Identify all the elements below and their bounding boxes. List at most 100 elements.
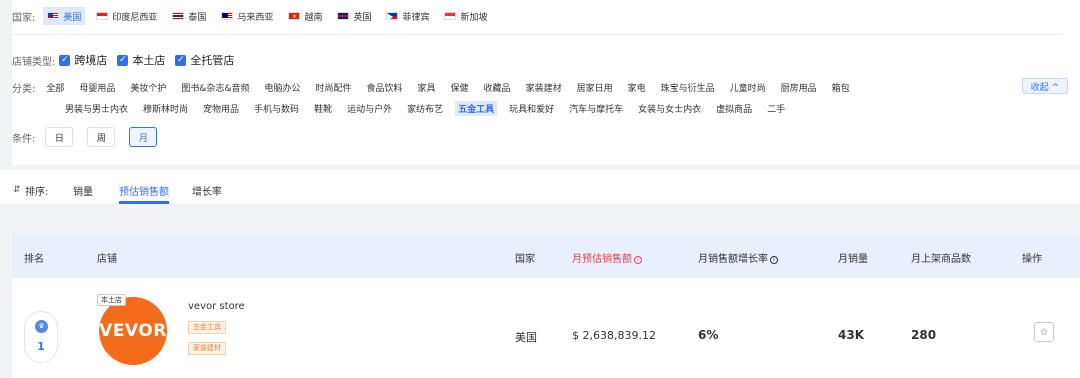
- category-item-active[interactable]: 五金工具: [455, 100, 498, 116]
- store-ranking-table: 排名 店铺 国家 月预估销售额 i 月销售额增长率 i 月销量 月上架商品数 操作 …: [12, 233, 1080, 378]
- category-item[interactable]: 居家日用: [574, 80, 616, 95]
- country-option-label: 泰国: [188, 12, 207, 23]
- category-item[interactable]: 电脑办公: [261, 80, 303, 95]
- sort-tab-sales-amount[interactable]: 预估销售额: [119, 183, 169, 198]
- store-name[interactable]: vevor store: [188, 301, 245, 312]
- category-item[interactable]: 穆斯林时尚: [140, 101, 191, 116]
- row-listed-products: 280: [911, 328, 937, 342]
- row-country: 美国: [515, 331, 537, 344]
- store-category-tag: 家装建材: [188, 342, 226, 355]
- indonesia-flag-icon: [96, 12, 109, 20]
- vevor-logo-icon: VEVOR: [99, 297, 167, 365]
- country-option-label: 菲律宾: [402, 12, 430, 23]
- category-item[interactable]: 玩具和爱好: [506, 101, 557, 116]
- checkbox-checked-icon: ✓: [175, 54, 187, 66]
- country-filter-row: 国家: 美国 印度尼西亚 泰国 马来西亚 ★ 越南 英国 菲律宾 新加坡: [12, 7, 499, 25]
- category-label: 分类:: [12, 83, 36, 95]
- country-option-indonesia[interactable]: 印度尼西亚: [92, 7, 161, 25]
- singapore-flag-icon: [444, 12, 457, 20]
- condition-day-button[interactable]: 日: [45, 127, 74, 147]
- category-item[interactable]: 家电: [625, 80, 649, 95]
- category-item[interactable]: 儿童时尚: [727, 80, 769, 95]
- condition-month-button[interactable]: 月: [129, 127, 158, 147]
- filter-divider: [12, 34, 1062, 35]
- country-option-vietnam[interactable]: ★ 越南: [284, 7, 326, 25]
- store-type-managed-checkbox[interactable]: ✓ 全托管店: [175, 52, 234, 68]
- category-item[interactable]: 虚拟商品: [713, 101, 755, 116]
- header-label: 月预估销售额: [572, 254, 632, 265]
- condition-label: 条件:: [12, 133, 36, 145]
- sort-tab-growth[interactable]: 增长率: [192, 183, 222, 198]
- vietnam-flag-icon: ★: [288, 12, 301, 20]
- sort-tab-sales[interactable]: 销量: [73, 183, 93, 198]
- header-listed-products: 月上架商品数: [911, 254, 971, 265]
- category-item[interactable]: 图书&杂志&音频: [178, 80, 252, 95]
- sort-label: 排序:: [25, 187, 49, 198]
- category-item[interactable]: 男装与男士内衣: [62, 101, 131, 116]
- checkbox-checked-icon: ✓: [59, 54, 71, 66]
- row-sales-amount: $ 2,638,839.12: [572, 329, 656, 342]
- category-item[interactable]: 美妆个护: [127, 80, 169, 95]
- category-item[interactable]: 宠物用品: [200, 101, 242, 116]
- category-item[interactable]: 鞋靴: [311, 101, 335, 116]
- country-filter-label: 国家:: [12, 12, 36, 24]
- country-option-label: 越南: [304, 12, 323, 23]
- rank-badge: ♛ 1: [24, 311, 58, 363]
- category-item[interactable]: 时尚配件: [312, 80, 354, 95]
- category-item[interactable]: 家具: [415, 80, 439, 95]
- category-item[interactable]: 食品饮料: [364, 80, 406, 95]
- country-option-label: 马来西亚: [237, 12, 274, 23]
- us-flag-icon: [47, 12, 60, 20]
- category-item[interactable]: 收藏品: [481, 80, 514, 95]
- philippines-flag-icon: [386, 12, 399, 21]
- crown-medal-icon: ♛: [35, 320, 48, 333]
- country-option-uk[interactable]: 英国: [333, 7, 375, 25]
- header-store: 店铺: [97, 254, 117, 265]
- country-option-singapore[interactable]: 新加坡: [440, 7, 491, 25]
- category-item[interactable]: 手机与数码: [251, 101, 302, 116]
- country-option-thailand[interactable]: 泰国: [168, 7, 210, 25]
- row-monthly-sales: 43K: [838, 328, 864, 342]
- country-option-label: 新加坡: [460, 12, 488, 23]
- checkbox-label: 跨境店: [74, 54, 108, 67]
- store-type-label: 店铺类型:: [12, 56, 56, 68]
- favorite-star-button[interactable]: ☆: [1034, 322, 1054, 342]
- row-growth-rate: 6%: [698, 328, 719, 342]
- category-item[interactable]: 厨房用品: [778, 80, 820, 95]
- country-option-philippines[interactable]: 菲律宾: [382, 7, 433, 25]
- checkbox-label: 本土店: [132, 54, 166, 67]
- header-monthly-sales-amount[interactable]: 月预估销售额 i: [572, 250, 642, 265]
- thailand-flag-icon: [172, 12, 185, 20]
- country-option-label: 印度尼西亚: [112, 12, 158, 23]
- sort-icon: ⇵: [13, 185, 21, 195]
- collapse-categories-button[interactable]: 收起 ^: [1022, 78, 1068, 94]
- header-country: 国家: [515, 254, 535, 265]
- category-item[interactable]: 箱包: [829, 80, 853, 95]
- header-action: 操作: [1022, 254, 1042, 265]
- category-item[interactable]: 汽车与摩托车: [566, 101, 626, 116]
- info-icon[interactable]: i: [770, 256, 778, 264]
- country-option-malaysia[interactable]: 马来西亚: [217, 7, 277, 25]
- sort-bar: ⇵ 排序: 销量 预估销售额 增长率: [0, 170, 1080, 204]
- malaysia-flag-icon: [221, 12, 234, 20]
- category-item[interactable]: 珠宝与衍生品: [658, 80, 718, 95]
- category-row-2: 男装与男士内衣 穆斯林时尚 宠物用品 手机与数码 鞋靴 运动与户外 家纺布艺 五…: [62, 100, 797, 116]
- category-item[interactable]: 保健: [448, 80, 472, 95]
- condition-filter-row: 条件: 日 周 月: [12, 126, 171, 148]
- category-item[interactable]: 家纺布艺: [404, 101, 446, 116]
- store-type-cross-border-checkbox[interactable]: ✓ 跨境店: [59, 52, 107, 68]
- category-item[interactable]: 二手: [764, 101, 788, 116]
- category-item[interactable]: 家装建材: [523, 80, 565, 95]
- condition-week-button[interactable]: 周: [87, 127, 116, 147]
- category-item[interactable]: 运动与户外: [344, 101, 395, 116]
- category-item[interactable]: 全部: [43, 80, 67, 95]
- country-option-us[interactable]: 美国: [43, 7, 86, 25]
- category-item[interactable]: 女装与女士内衣: [635, 101, 704, 116]
- rank-number: 1: [37, 340, 45, 353]
- store-type-local-checkbox[interactable]: ✓ 本土店: [117, 52, 165, 68]
- store-logo[interactable]: VEVOR: [97, 295, 169, 370]
- info-icon[interactable]: i: [634, 256, 642, 264]
- category-item[interactable]: 母婴用品: [76, 80, 118, 95]
- header-growth-rate[interactable]: 月销售额增长率 i: [698, 250, 778, 265]
- checkbox-label: 全托管店: [190, 54, 235, 67]
